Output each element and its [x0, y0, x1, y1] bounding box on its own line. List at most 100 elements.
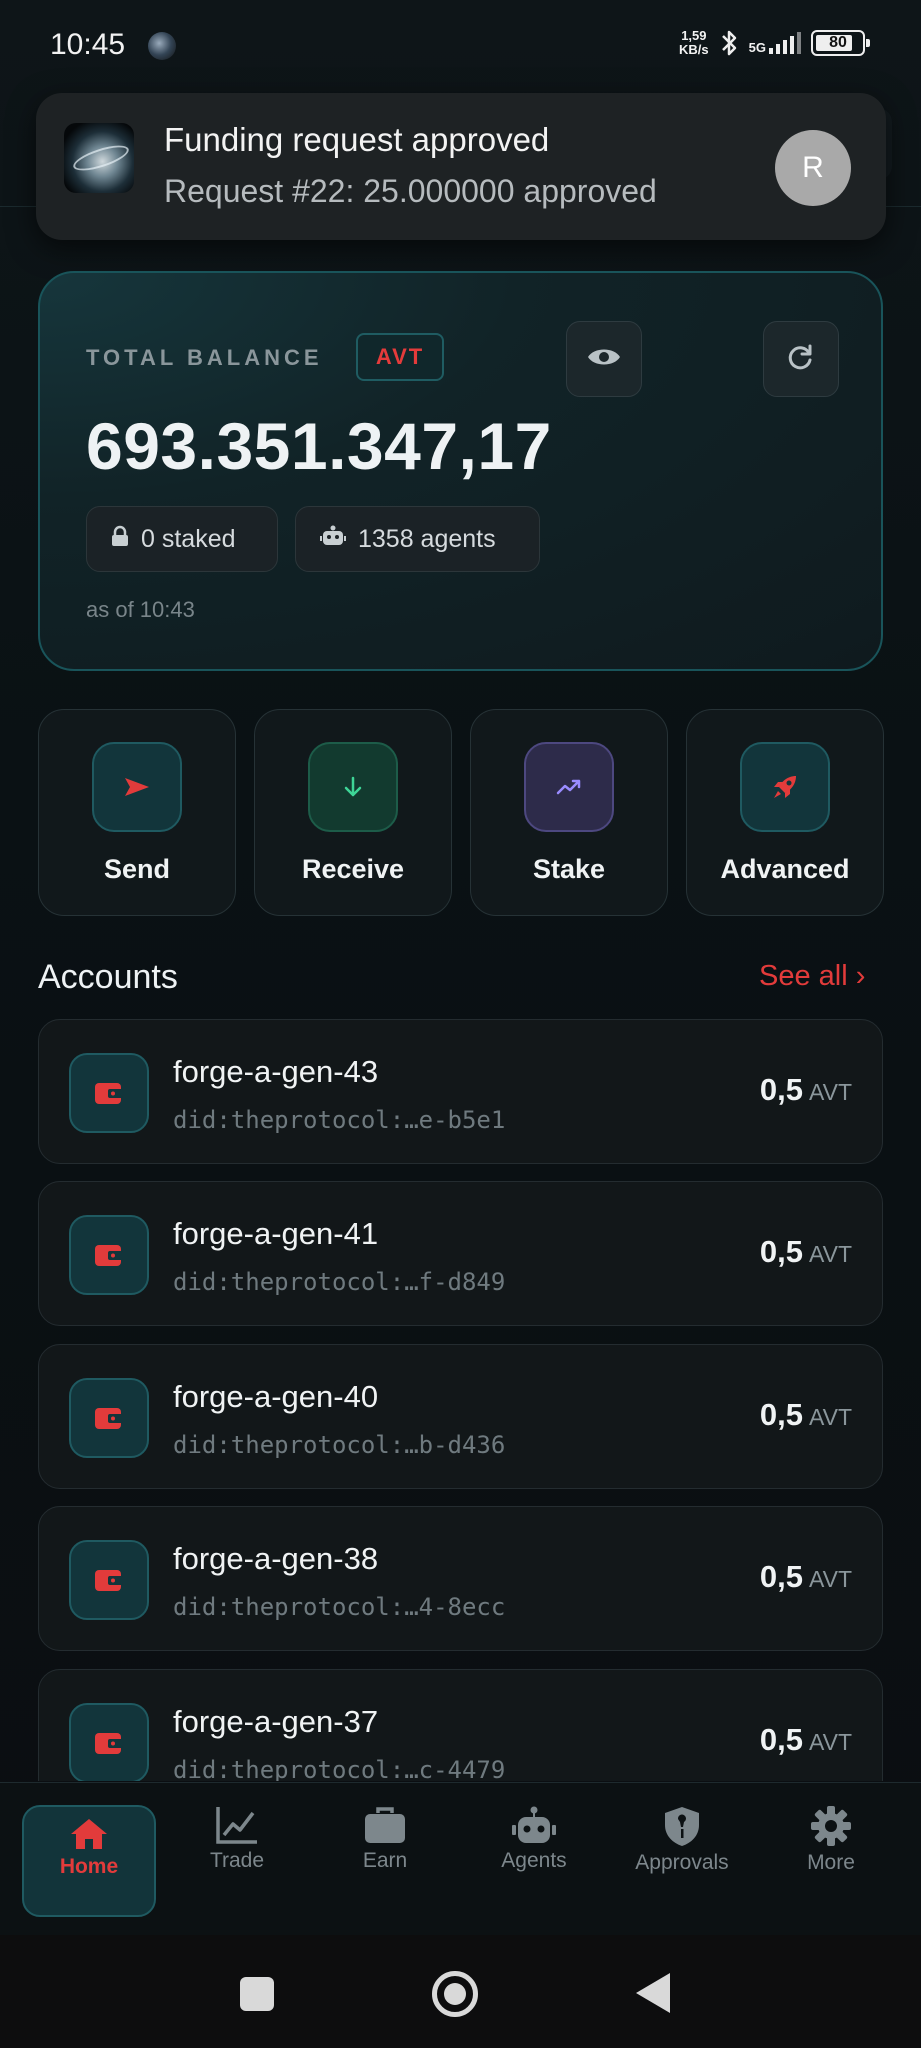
rocket-icon	[740, 742, 830, 832]
advanced-button[interactable]: Advanced	[686, 709, 884, 916]
notification-title: Funding request approved	[164, 121, 550, 158]
balance-amount: 693.351.347,17	[86, 409, 552, 483]
account-balance: 0,5 AVT	[760, 1234, 852, 1270]
nav-earn[interactable]: Earn	[319, 1805, 451, 1915]
receive-label: Receive	[301, 854, 405, 884]
notification-banner[interactable]: Funding request approved Request #22: 25…	[36, 93, 886, 240]
account-did: did:theprotocol:…b-d436	[173, 1431, 506, 1459]
nav-home-label: Home	[59, 1855, 119, 1878]
toggle-visibility-button[interactable]	[566, 321, 642, 397]
eye-icon	[587, 346, 621, 373]
currency-badge[interactable]: AVT	[356, 333, 444, 381]
agents-label: 1358 agents	[358, 524, 496, 553]
send-label: Send	[103, 854, 170, 884]
see-all-link[interactable]: See all ›	[759, 960, 865, 993]
arrow-down-icon	[308, 742, 398, 832]
home-button-dot	[444, 1983, 466, 2005]
briefcase-icon	[365, 1807, 405, 1843]
system-navigation-bar	[0, 1935, 921, 2048]
robot-icon	[512, 1806, 556, 1843]
wallet-icon	[69, 1215, 149, 1295]
account-unit: AVT	[808, 1404, 852, 1430]
net-speed-unit: KB/s	[679, 42, 709, 57]
wallet-icon	[69, 1540, 149, 1620]
wallet-icon	[69, 1053, 149, 1133]
account-unit: AVT	[808, 1566, 852, 1592]
recents-button[interactable]	[240, 1977, 274, 2011]
nav-earn-label: Earn	[362, 1849, 408, 1872]
account-unit: AVT	[808, 1079, 852, 1105]
account-did: did:theprotocol:…f-d849	[173, 1268, 506, 1296]
refresh-button[interactable]	[763, 321, 839, 397]
nav-agents-label: Agents	[501, 1849, 567, 1872]
account-row[interactable]: forge-a-gen-37 did:theprotocol:…c-4479 0…	[38, 1669, 883, 1781]
battery-level: 80	[829, 34, 847, 51]
wallet-icon	[69, 1703, 149, 1781]
chart-icon	[216, 1807, 257, 1844]
notification-body: Request #22: 25.000000 approved	[164, 173, 657, 209]
back-button[interactable]	[636, 1973, 670, 2013]
advanced-label: Advanced	[720, 854, 850, 884]
avatar[interactable]: R	[775, 130, 851, 206]
nav-agents[interactable]: Agents	[468, 1805, 600, 1915]
app-logo-icon	[64, 123, 134, 193]
bluetooth-icon	[719, 28, 739, 58]
account-did: did:theprotocol:…c-4479	[173, 1756, 506, 1781]
account-row[interactable]: forge-a-gen-40 did:theprotocol:…b-d436 0…	[38, 1344, 883, 1489]
account-row[interactable]: forge-a-gen-43 did:theprotocol:…e-b5e1 0…	[38, 1019, 883, 1164]
battery-icon: 80	[811, 30, 870, 56]
staked-label: 0 staked	[141, 524, 236, 553]
nav-approvals-label: Approvals	[635, 1851, 729, 1874]
account-balance: 0,5 AVT	[760, 1559, 852, 1595]
nav-trade[interactable]: Trade	[171, 1805, 303, 1915]
staked-chip[interactable]: 0 staked	[86, 506, 278, 572]
account-name: forge-a-gen-37	[173, 1704, 379, 1739]
account-row[interactable]: forge-a-gen-38 did:theprotocol:…4-8ecc 0…	[38, 1506, 883, 1651]
account-name: forge-a-gen-43	[173, 1054, 379, 1089]
home-button[interactable]	[432, 1971, 478, 2017]
nav-home[interactable]: Home	[22, 1805, 156, 1917]
agents-chip[interactable]: 1358 agents	[295, 506, 540, 572]
balance-label: TOTAL BALANCE	[86, 345, 323, 370]
balance-timestamp: as of 10:43	[86, 597, 195, 622]
account-balance: 0,5 AVT	[760, 1072, 852, 1108]
account-amount: 0,5	[759, 1234, 803, 1269]
nav-more[interactable]: More	[765, 1805, 897, 1915]
account-amount: 0,5	[759, 1722, 803, 1757]
stake-button[interactable]: Stake	[470, 709, 668, 916]
nav-more-label: More	[807, 1851, 855, 1874]
signal-bars-icon	[769, 32, 801, 54]
status-indicators: 1,59 KB/s 5G 80	[679, 28, 870, 58]
account-amount: 0,5	[759, 1072, 803, 1107]
accounts-title: Accounts	[38, 958, 178, 996]
home-icon	[71, 1819, 107, 1849]
account-unit: AVT	[808, 1729, 852, 1755]
account-amount: 0,5	[759, 1397, 803, 1432]
nav-approvals[interactable]: Approvals	[616, 1805, 748, 1915]
account-name: forge-a-gen-40	[173, 1379, 379, 1414]
balance-card: TOTAL BALANCE AVT 693.351.347,17 0 stake…	[38, 271, 883, 671]
stake-label: Stake	[532, 854, 606, 884]
account-row[interactable]: forge-a-gen-41 did:theprotocol:…f-d849 0…	[38, 1181, 883, 1326]
robot-icon	[320, 525, 346, 554]
cell-signal: 5G	[749, 32, 801, 54]
accounts-list[interactable]: forge-a-gen-43 did:theprotocol:…e-b5e1 0…	[38, 1019, 883, 1781]
trending-up-icon	[524, 742, 614, 832]
refresh-icon	[787, 343, 815, 376]
account-did: did:theprotocol:…e-b5e1	[173, 1106, 506, 1134]
net-speed-value: 1,59	[681, 28, 707, 43]
wallet-icon	[69, 1378, 149, 1458]
status-time: 10:45	[50, 28, 126, 61]
account-balance: 0,5 AVT	[760, 1397, 852, 1433]
send-button[interactable]: Send	[38, 709, 236, 916]
earth-app-icon	[148, 32, 176, 60]
account-amount: 0,5	[759, 1559, 803, 1594]
account-did: did:theprotocol:…4-8ecc	[173, 1593, 506, 1621]
lock-icon	[111, 525, 129, 554]
shield-icon	[665, 1807, 699, 1846]
status-bar: 10:45 1,59 KB/s 5G 80	[0, 0, 921, 92]
receive-button[interactable]: Receive	[254, 709, 452, 916]
account-name: forge-a-gen-38	[173, 1541, 379, 1576]
network-type: 5G	[748, 40, 766, 55]
nav-trade-label: Trade	[209, 1849, 265, 1872]
